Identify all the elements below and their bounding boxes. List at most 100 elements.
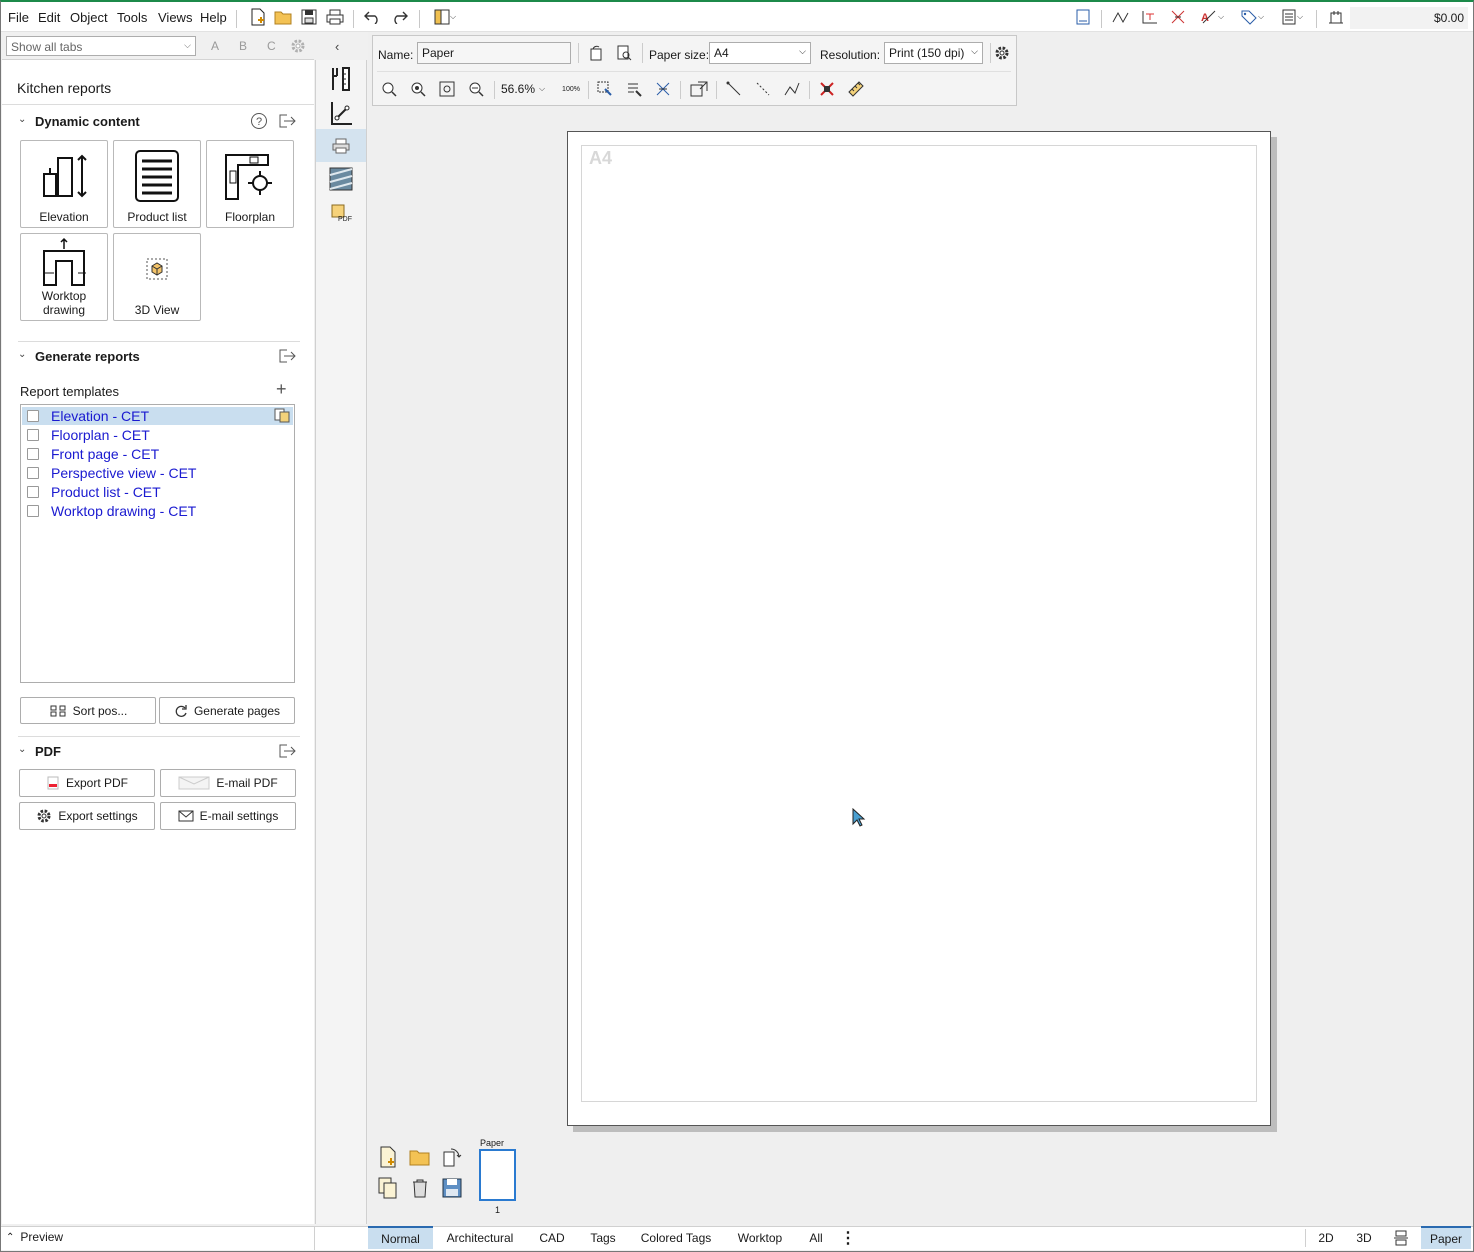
delete-page-icon[interactable] — [408, 1176, 432, 1200]
tab-letter-a[interactable]: A — [211, 39, 219, 53]
view-paper-button[interactable]: Paper — [1421, 1226, 1471, 1249]
new-file-icon[interactable] — [247, 6, 269, 28]
undo-icon[interactable] — [362, 6, 384, 28]
resize-icon[interactable] — [688, 78, 710, 100]
rotate-page-icon[interactable] — [585, 42, 607, 64]
ruler-icon[interactable] — [845, 78, 867, 100]
material-icon[interactable] — [316, 162, 366, 195]
line-icon[interactable] — [723, 78, 745, 100]
new-page-icon[interactable] — [376, 1145, 400, 1169]
hide-dimension-icon[interactable] — [1167, 6, 1189, 28]
report-list-icon[interactable]: ⌵ — [1276, 6, 1308, 28]
book-icon[interactable] — [1072, 6, 1094, 28]
menu-views[interactable]: Views — [158, 10, 192, 25]
page-thumbnail[interactable] — [479, 1149, 516, 1201]
export-icon[interactable] — [278, 348, 296, 364]
template-item[interactable]: Worktop drawing - CET — [22, 502, 293, 520]
tab-letter-c[interactable]: C — [267, 39, 276, 53]
split-view-icon[interactable] — [1386, 1226, 1416, 1249]
export-icon[interactable] — [278, 113, 296, 129]
measure-icon[interactable] — [1110, 6, 1132, 28]
resolution-select[interactable]: Print (150 dpi) ⌵ — [884, 42, 983, 64]
email-settings-button[interactable]: E-mail settings — [160, 802, 296, 830]
email-pdf-button[interactable]: E-mail PDF — [160, 769, 296, 797]
generate-pages-button[interactable]: Generate pages — [159, 697, 295, 724]
name-input[interactable]: Paper — [417, 42, 571, 64]
chevron-down-icon[interactable]: ⌄ — [18, 114, 26, 125]
show-tabs-dropdown[interactable]: Show all tabs ⌵ — [6, 36, 196, 56]
template-checkbox[interactable] — [27, 486, 39, 498]
zoom-100-icon[interactable]: 100% — [560, 78, 582, 100]
tab-letter-b[interactable]: B — [239, 39, 247, 53]
template-item[interactable]: Product list - CET — [22, 483, 293, 501]
template-item[interactable]: Front page - CET — [22, 445, 293, 463]
menu-object[interactable]: Object — [70, 10, 108, 25]
polyline-icon[interactable] — [781, 78, 803, 100]
open-folder-icon[interactable] — [272, 6, 294, 28]
zoom-level-dropdown[interactable]: 56.6% ⌵ — [501, 78, 545, 100]
chevron-down-icon[interactable]: ⌄ — [18, 744, 26, 755]
menu-tools[interactable]: Tools — [117, 10, 147, 25]
open-page-icon[interactable] — [408, 1145, 432, 1169]
add-template-icon[interactable]: + — [276, 379, 287, 400]
copy-template-icon[interactable] — [274, 408, 290, 423]
zoom-out-icon[interactable] — [378, 78, 400, 100]
more-options-icon[interactable]: ⋮ — [840, 1226, 856, 1249]
generate-reports-header[interactable]: Generate reports — [35, 349, 140, 364]
price-calc-icon[interactable] — [1325, 6, 1347, 28]
paper-size-select[interactable]: A4 ⌵ — [709, 42, 811, 64]
print-icon[interactable] — [324, 6, 346, 28]
template-item[interactable]: Perspective view - CET — [22, 464, 293, 482]
preview-toggle[interactable]: ⌃ Preview — [6, 1230, 63, 1244]
pdf-header[interactable]: PDF — [35, 744, 61, 759]
template-item[interactable]: Floorplan - CET — [22, 426, 293, 444]
layer-tab-worktop[interactable]: Worktop — [730, 1226, 790, 1249]
zoom-fit-icon[interactable] — [436, 78, 458, 100]
rotate-paper-icon[interactable] — [440, 1145, 464, 1169]
template-checkbox[interactable] — [27, 410, 39, 422]
collapse-panel-icon[interactable]: ‹ — [335, 39, 339, 54]
pdf-tab-icon[interactable]: PDF — [316, 196, 366, 229]
gear-icon[interactable] — [991, 42, 1013, 64]
select-text-icon[interactable] — [623, 78, 645, 100]
layer-tab-colored-tags[interactable]: Colored Tags — [634, 1226, 718, 1249]
layer-tab-tags[interactable]: Tags — [583, 1226, 623, 1249]
copy-page-icon[interactable] — [376, 1176, 400, 1200]
template-checkbox[interactable] — [27, 505, 39, 517]
menu-edit[interactable]: Edit — [38, 10, 60, 25]
chevron-down-icon[interactable]: ⌄ — [18, 349, 26, 360]
save-page-icon[interactable] — [440, 1176, 464, 1200]
export-icon[interactable] — [278, 743, 296, 759]
text-style-icon[interactable]: A ⌵ — [1196, 6, 1228, 28]
dashed-line-icon[interactable] — [752, 78, 774, 100]
gear-icon[interactable] — [290, 38, 306, 54]
template-checkbox[interactable] — [27, 429, 39, 441]
tag-icon[interactable]: ⌵ — [1236, 6, 1268, 28]
draw-dimension-icon[interactable] — [316, 96, 366, 129]
deselect-icon[interactable] — [652, 78, 674, 100]
dimension-icon[interactable] — [1139, 6, 1161, 28]
page-preview-icon[interactable] — [613, 42, 635, 64]
tile-product-list[interactable]: Product list — [113, 140, 201, 228]
delete-object-icon[interactable] — [816, 78, 838, 100]
layer-tab-cad[interactable]: CAD — [533, 1226, 571, 1249]
layer-tab-normal[interactable]: Normal — [368, 1226, 433, 1249]
tools-icon[interactable] — [316, 62, 366, 95]
sort-positions-button[interactable]: Sort pos... — [20, 697, 156, 724]
view-2d-button[interactable]: 2D — [1310, 1226, 1342, 1249]
export-pdf-button[interactable]: Export PDF — [19, 769, 155, 797]
help-icon[interactable]: ? — [250, 112, 268, 130]
printer-tab-icon[interactable] — [316, 129, 366, 162]
view-3d-button[interactable]: 3D — [1348, 1226, 1380, 1249]
zoom-in-icon[interactable] — [407, 78, 429, 100]
layer-tab-architectural[interactable]: Architectural — [437, 1226, 523, 1249]
layout-icon[interactable]: ⌵ — [428, 6, 462, 28]
select-icon[interactable] — [594, 78, 616, 100]
dynamic-content-header[interactable]: Dynamic content — [35, 114, 140, 129]
layer-tab-all[interactable]: All — [802, 1226, 830, 1249]
menu-help[interactable]: Help — [200, 10, 227, 25]
template-checkbox[interactable] — [27, 467, 39, 479]
template-item[interactable]: Elevation - CET — [22, 407, 293, 425]
tile-worktop-drawing[interactable]: Worktop drawing — [20, 233, 108, 321]
menu-file[interactable]: File — [8, 10, 29, 25]
